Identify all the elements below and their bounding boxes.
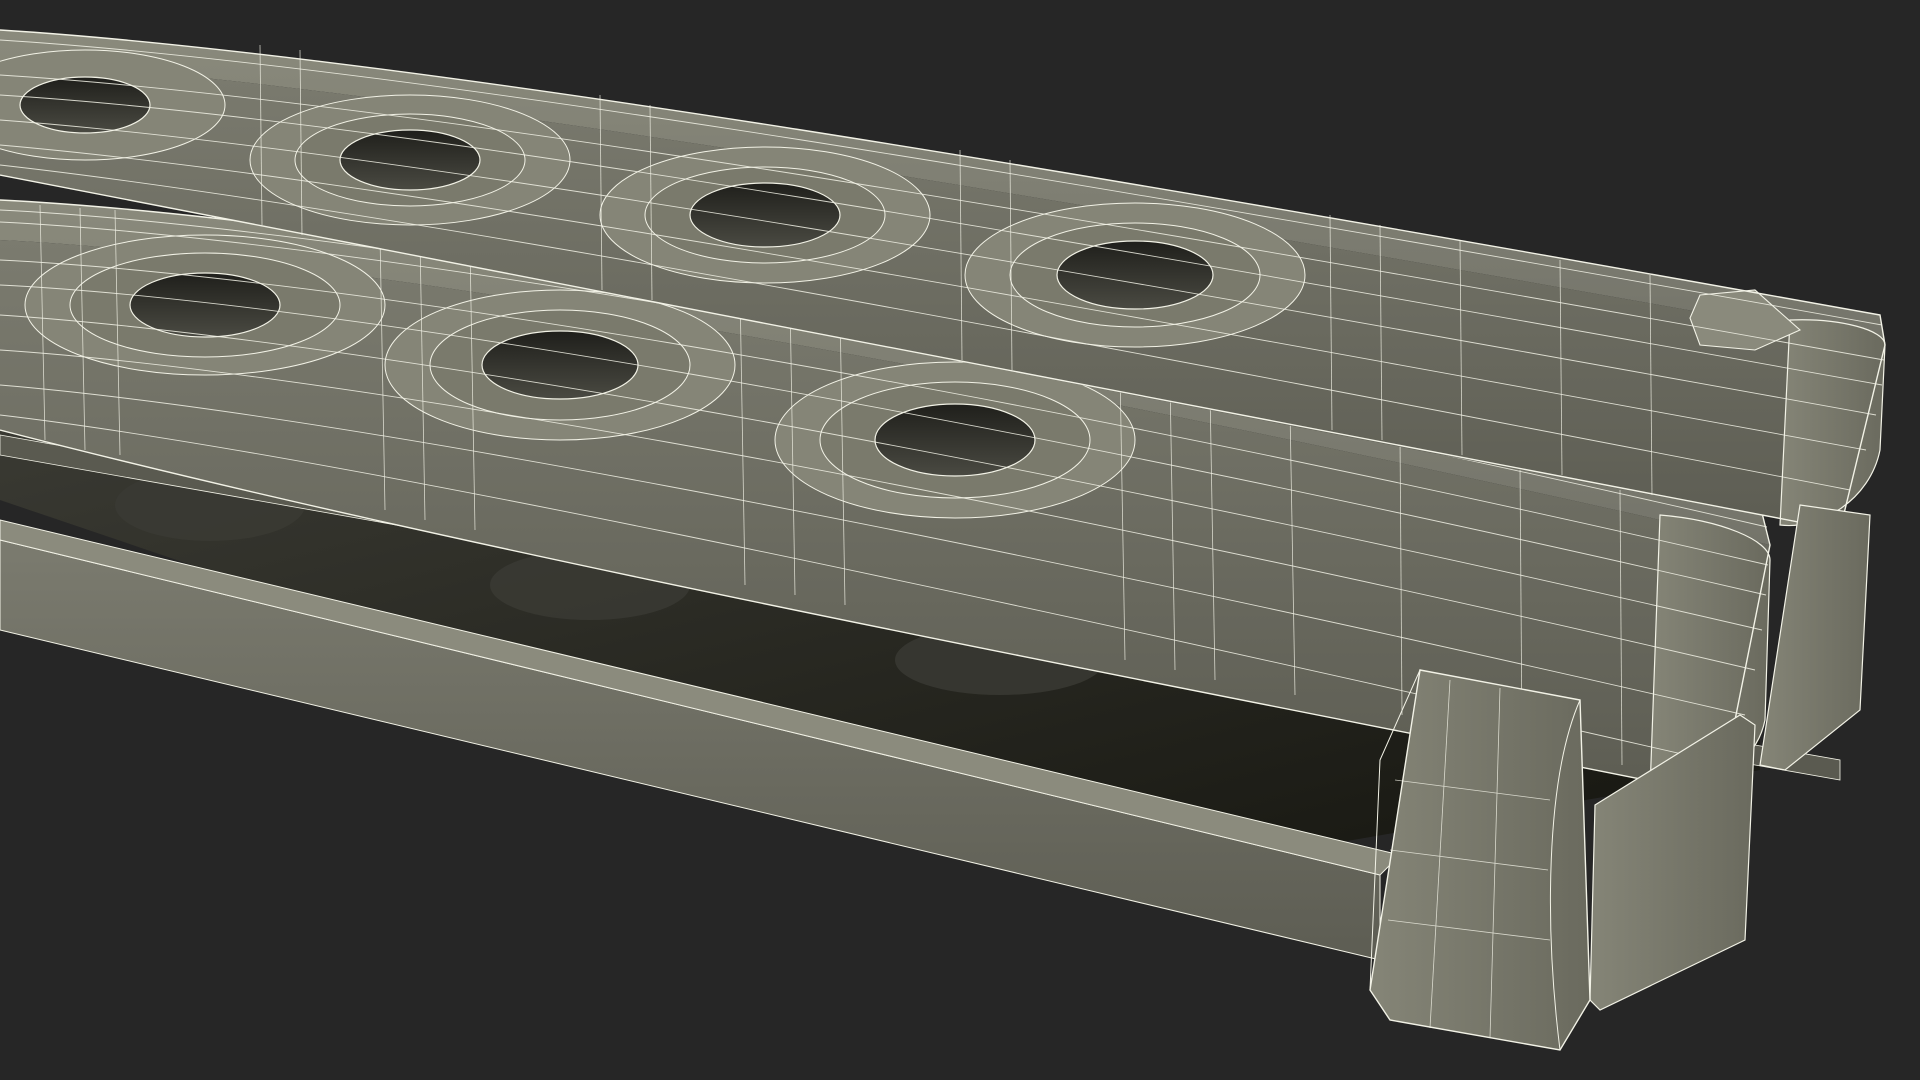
render-viewport <box>0 0 1920 1080</box>
back-end-plate <box>1759 504 1871 771</box>
wireframe-render <box>0 29 1886 1051</box>
